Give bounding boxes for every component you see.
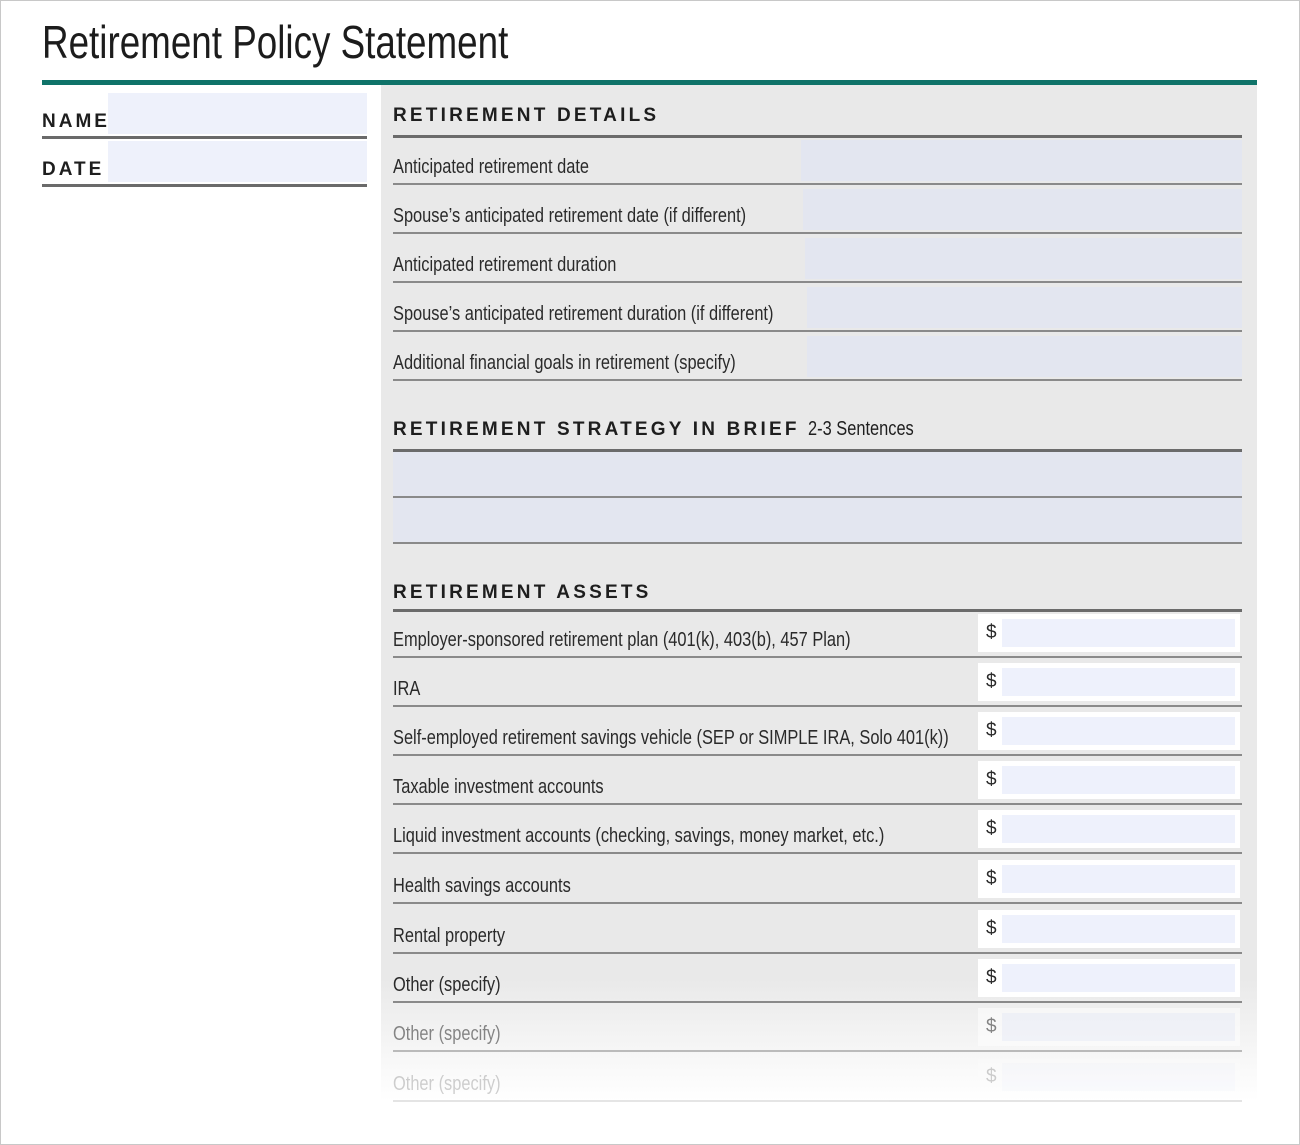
asset-row-label: Other (specify) — [393, 1073, 501, 1095]
rental-property-amount-input[interactable] — [1002, 915, 1235, 943]
dollar-sign: $ — [986, 918, 997, 939]
asset-row: Other (specify) $ — [393, 1053, 1242, 1102]
asset-row: Rental property $ — [393, 905, 1242, 954]
dollar-sign: $ — [986, 671, 997, 692]
name-input[interactable] — [108, 93, 367, 134]
name-label: NAME — [42, 111, 110, 132]
amount-field: $ — [978, 663, 1240, 701]
form-panel: RETIREMENT DETAILS Anticipated retiremen… — [381, 85, 1257, 1102]
anticipated-retirement-date-input[interactable] — [801, 140, 1242, 181]
asset-row: IRA $ — [393, 658, 1242, 707]
dollar-sign: $ — [986, 818, 997, 839]
details-row: Spouse’s anticipated retirement duration… — [393, 283, 1242, 332]
amount-field: $ — [978, 761, 1240, 799]
amount-field: $ — [978, 959, 1240, 997]
dollar-sign: $ — [986, 868, 997, 889]
ira-amount-input[interactable] — [1002, 668, 1235, 696]
asset-row-label: Self-employed retirement savings vehicle… — [393, 727, 949, 749]
retirement-duration-input[interactable] — [805, 238, 1242, 279]
asset-row: Other (specify) $ — [393, 954, 1242, 1003]
row-rule — [393, 1050, 1242, 1052]
date-label: DATE — [42, 159, 105, 180]
asset-row-label: IRA — [393, 678, 421, 700]
amount-field: $ — [978, 810, 1240, 848]
details-row-label: Spouse’s anticipated retirement date (if… — [393, 205, 747, 227]
retirement-details-heading: RETIREMENT DETAILS — [393, 105, 660, 126]
details-row: Additional financial goals in retirement… — [393, 332, 1242, 381]
retirement-strategy-subtitle: 2-3 Sentences — [808, 418, 914, 440]
amount-field: $ — [978, 614, 1240, 652]
additional-goals-input[interactable] — [807, 336, 1242, 377]
other-1-amount-input[interactable] — [1002, 964, 1235, 992]
row-rule — [393, 379, 1242, 381]
retirement-strategy-heading: RETIREMENT STRATEGY IN BRIEF 2-3 Sentenc… — [393, 418, 937, 441]
page-title: Retirement Policy Statement — [42, 16, 509, 68]
dollar-sign: $ — [986, 1016, 997, 1037]
amount-field: $ — [978, 1058, 1240, 1096]
name-row: NAME — [42, 93, 367, 139]
date-row: DATE — [42, 141, 367, 187]
dollar-sign: $ — [986, 769, 997, 790]
dollar-sign: $ — [986, 622, 997, 643]
spouse-retirement-duration-input[interactable] — [807, 287, 1242, 328]
taxable-investment-amount-input[interactable] — [1002, 766, 1235, 794]
dollar-sign: $ — [986, 1066, 997, 1087]
amount-field: $ — [978, 1008, 1240, 1046]
asset-row-label: Health savings accounts — [393, 875, 571, 897]
other-2-amount-input[interactable] — [1002, 1013, 1235, 1041]
details-row: Anticipated retirement date — [393, 136, 1242, 185]
asset-row: Liquid investment accounts (checking, sa… — [393, 805, 1242, 854]
details-row-label: Spouse’s anticipated retirement duration… — [393, 303, 774, 325]
asset-row: Self-employed retirement savings vehicle… — [393, 707, 1242, 756]
strategy-line-1-input[interactable] — [393, 452, 1242, 498]
asset-row-label: Other (specify) — [393, 1023, 501, 1045]
dollar-sign: $ — [986, 720, 997, 741]
asset-row-label: Employer-sponsored retirement plan (401(… — [393, 629, 851, 651]
self-employed-amount-input[interactable] — [1002, 717, 1235, 745]
date-input[interactable] — [108, 141, 367, 182]
asset-row: Health savings accounts $ — [393, 855, 1242, 904]
asset-row-label: Liquid investment accounts (checking, sa… — [393, 825, 885, 847]
retirement-strategy-title: RETIREMENT STRATEGY IN BRIEF — [393, 419, 800, 440]
details-row-label: Anticipated retirement duration — [393, 254, 617, 276]
details-row-label: Additional financial goals in retirement… — [393, 352, 736, 374]
amount-field: $ — [978, 910, 1240, 948]
details-row-label: Anticipated retirement date — [393, 156, 590, 178]
asset-row: Taxable investment accounts $ — [393, 756, 1242, 805]
amount-field: $ — [978, 860, 1240, 898]
asset-row-label: Taxable investment accounts — [393, 776, 604, 798]
asset-row-label: Rental property — [393, 925, 506, 947]
spouse-retirement-date-input[interactable] — [803, 189, 1242, 230]
employer-plan-amount-input[interactable] — [1002, 619, 1235, 647]
asset-row: Employer-sponsored retirement plan (401(… — [393, 609, 1242, 658]
row-rule — [393, 852, 1242, 854]
liquid-investment-amount-input[interactable] — [1002, 815, 1235, 843]
row-rule — [393, 1100, 1242, 1102]
date-rule — [42, 184, 367, 187]
asset-row-label: Other (specify) — [393, 974, 501, 996]
details-row: Spouse’s anticipated retirement date (if… — [393, 185, 1242, 234]
name-rule — [42, 136, 367, 139]
row-rule — [393, 902, 1242, 904]
details-row: Anticipated retirement duration — [393, 234, 1242, 283]
health-savings-amount-input[interactable] — [1002, 865, 1235, 893]
amount-field: $ — [978, 712, 1240, 750]
document-frame: Retirement Policy Statement NAME DATE RE… — [0, 0, 1300, 1145]
strategy-line-2-input[interactable] — [393, 498, 1242, 544]
retirement-assets-heading: RETIREMENT ASSETS — [393, 582, 652, 603]
other-3-amount-input[interactable] — [1002, 1063, 1235, 1091]
asset-row: Other (specify) $ — [393, 1003, 1242, 1052]
dollar-sign: $ — [986, 967, 997, 988]
